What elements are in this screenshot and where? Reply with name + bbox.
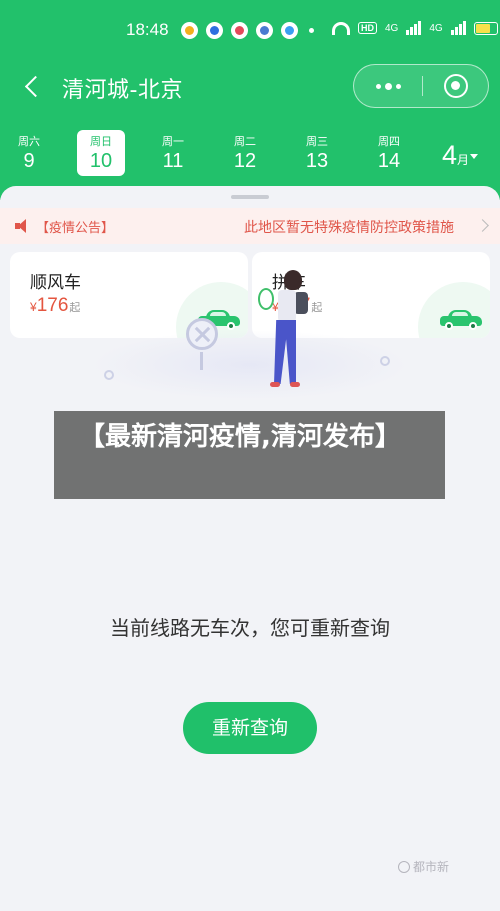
date-selector: 周六 9 周日 10 周一 11 周二 12 周三 13 周四 14 [0, 130, 500, 180]
shoe [290, 382, 300, 387]
sparkle-icon [104, 370, 114, 380]
date-day: 14 [377, 150, 401, 172]
date-item[interactable]: 周一 11 [149, 130, 197, 176]
battery-icon [473, 21, 498, 35]
capsule-divider [422, 76, 423, 96]
network-label: 4G [429, 22, 443, 34]
miniprogram-capsule [353, 64, 489, 108]
headline-text: 【最新清河疫情,清河发布】 [79, 422, 401, 452]
headline-overlay: 【最新清河疫情,清河发布】 [54, 411, 445, 499]
system-icons: HD 4G 4G [332, 21, 498, 35]
more-notifications-dot [309, 28, 314, 33]
date-item[interactable]: 周三 13 [293, 130, 341, 176]
caret-down-icon [470, 154, 479, 160]
date-day: 13 [305, 150, 329, 172]
price-value: 176 [36, 295, 69, 316]
empty-state-message: 当前线路无车次，您可重新查询 [110, 616, 390, 640]
date-day: 9 [23, 150, 35, 172]
speaker-icon [15, 219, 31, 233]
car-icon [440, 310, 482, 330]
month-unit: 月 [457, 153, 470, 167]
watermark: 都市新 [398, 858, 449, 875]
date-item[interactable]: 周六 9 [5, 130, 53, 176]
date-weekday: 周二 [234, 135, 256, 148]
person-torso [278, 290, 296, 322]
person-figure [258, 270, 320, 400]
chevron-left-icon[interactable] [20, 72, 46, 100]
chevron-right-icon [476, 219, 489, 232]
date-weekday: 周一 [162, 135, 184, 148]
shoe [270, 382, 280, 387]
person-head [284, 270, 302, 290]
notification-icons [181, 22, 298, 39]
date-weekday: 周四 [378, 135, 400, 148]
more-dots-icon[interactable] [354, 65, 422, 107]
month-number: 4 [442, 140, 458, 170]
date-item[interactable]: 周二 12 [221, 130, 269, 176]
date-day: 10 [89, 150, 113, 172]
page-title: 清河城-北京 [62, 78, 183, 103]
status-time: 18:48 [126, 20, 169, 39]
date-weekday: 周三 [306, 135, 328, 148]
retry-search-button[interactable]: 重新查询 [183, 702, 317, 754]
pin-stem [200, 352, 203, 370]
empty-state-illustration [90, 270, 410, 400]
price-suffix: 起 [69, 301, 81, 314]
date-item-selected[interactable]: 周日 10 [77, 130, 125, 176]
watermark-text: 都市新 [413, 860, 450, 874]
calendar-icon [256, 22, 273, 39]
signal-icon [406, 21, 422, 35]
racket-icon [258, 288, 274, 310]
signal-icon [450, 21, 466, 35]
network-label: 4G [385, 22, 399, 34]
app-notification-icon [206, 22, 223, 39]
date-item[interactable]: 周四 14 [365, 130, 413, 176]
watermark-logo-icon [398, 860, 410, 873]
road-shadow [90, 330, 410, 400]
date-day: 11 [162, 150, 184, 172]
date-weekday: 周日 [90, 135, 112, 148]
status-bar: 18:48 HD 4G 4G [0, 0, 500, 58]
hd-badge: HD [358, 22, 377, 34]
epidemic-notice-bar[interactable]: 【疫情公告】 此地区暂无特殊疫情防控政策措施 [0, 208, 500, 244]
month-picker[interactable]: 4月 [442, 140, 479, 171]
service-price: ¥176起 [30, 295, 80, 317]
notice-text: 此地区暂无特殊疫情防控政策措施 [244, 220, 454, 236]
weibo-icon [181, 22, 198, 39]
notice-tag: 【疫情公告】 [36, 221, 115, 236]
header: 18:48 HD 4G 4G 清河城-北京 周六 9 周日 10 周一 11 周… [0, 0, 500, 200]
app-notification-icon [281, 22, 298, 39]
sparkle-icon [380, 356, 390, 366]
price-currency: ¥ [30, 300, 37, 314]
date-day: 12 [233, 150, 257, 172]
drag-handle[interactable] [231, 195, 269, 199]
person-legs [274, 320, 296, 384]
wifi-icon [332, 21, 350, 35]
target-close-icon[interactable] [444, 74, 468, 98]
nav-bar: 清河城-北京 [0, 62, 500, 112]
service-title: 顺风车 [30, 273, 81, 293]
app-notification-icon [231, 22, 248, 39]
no-route-pin-icon [186, 318, 218, 350]
date-weekday: 周六 [18, 135, 40, 148]
backpack [294, 292, 308, 314]
